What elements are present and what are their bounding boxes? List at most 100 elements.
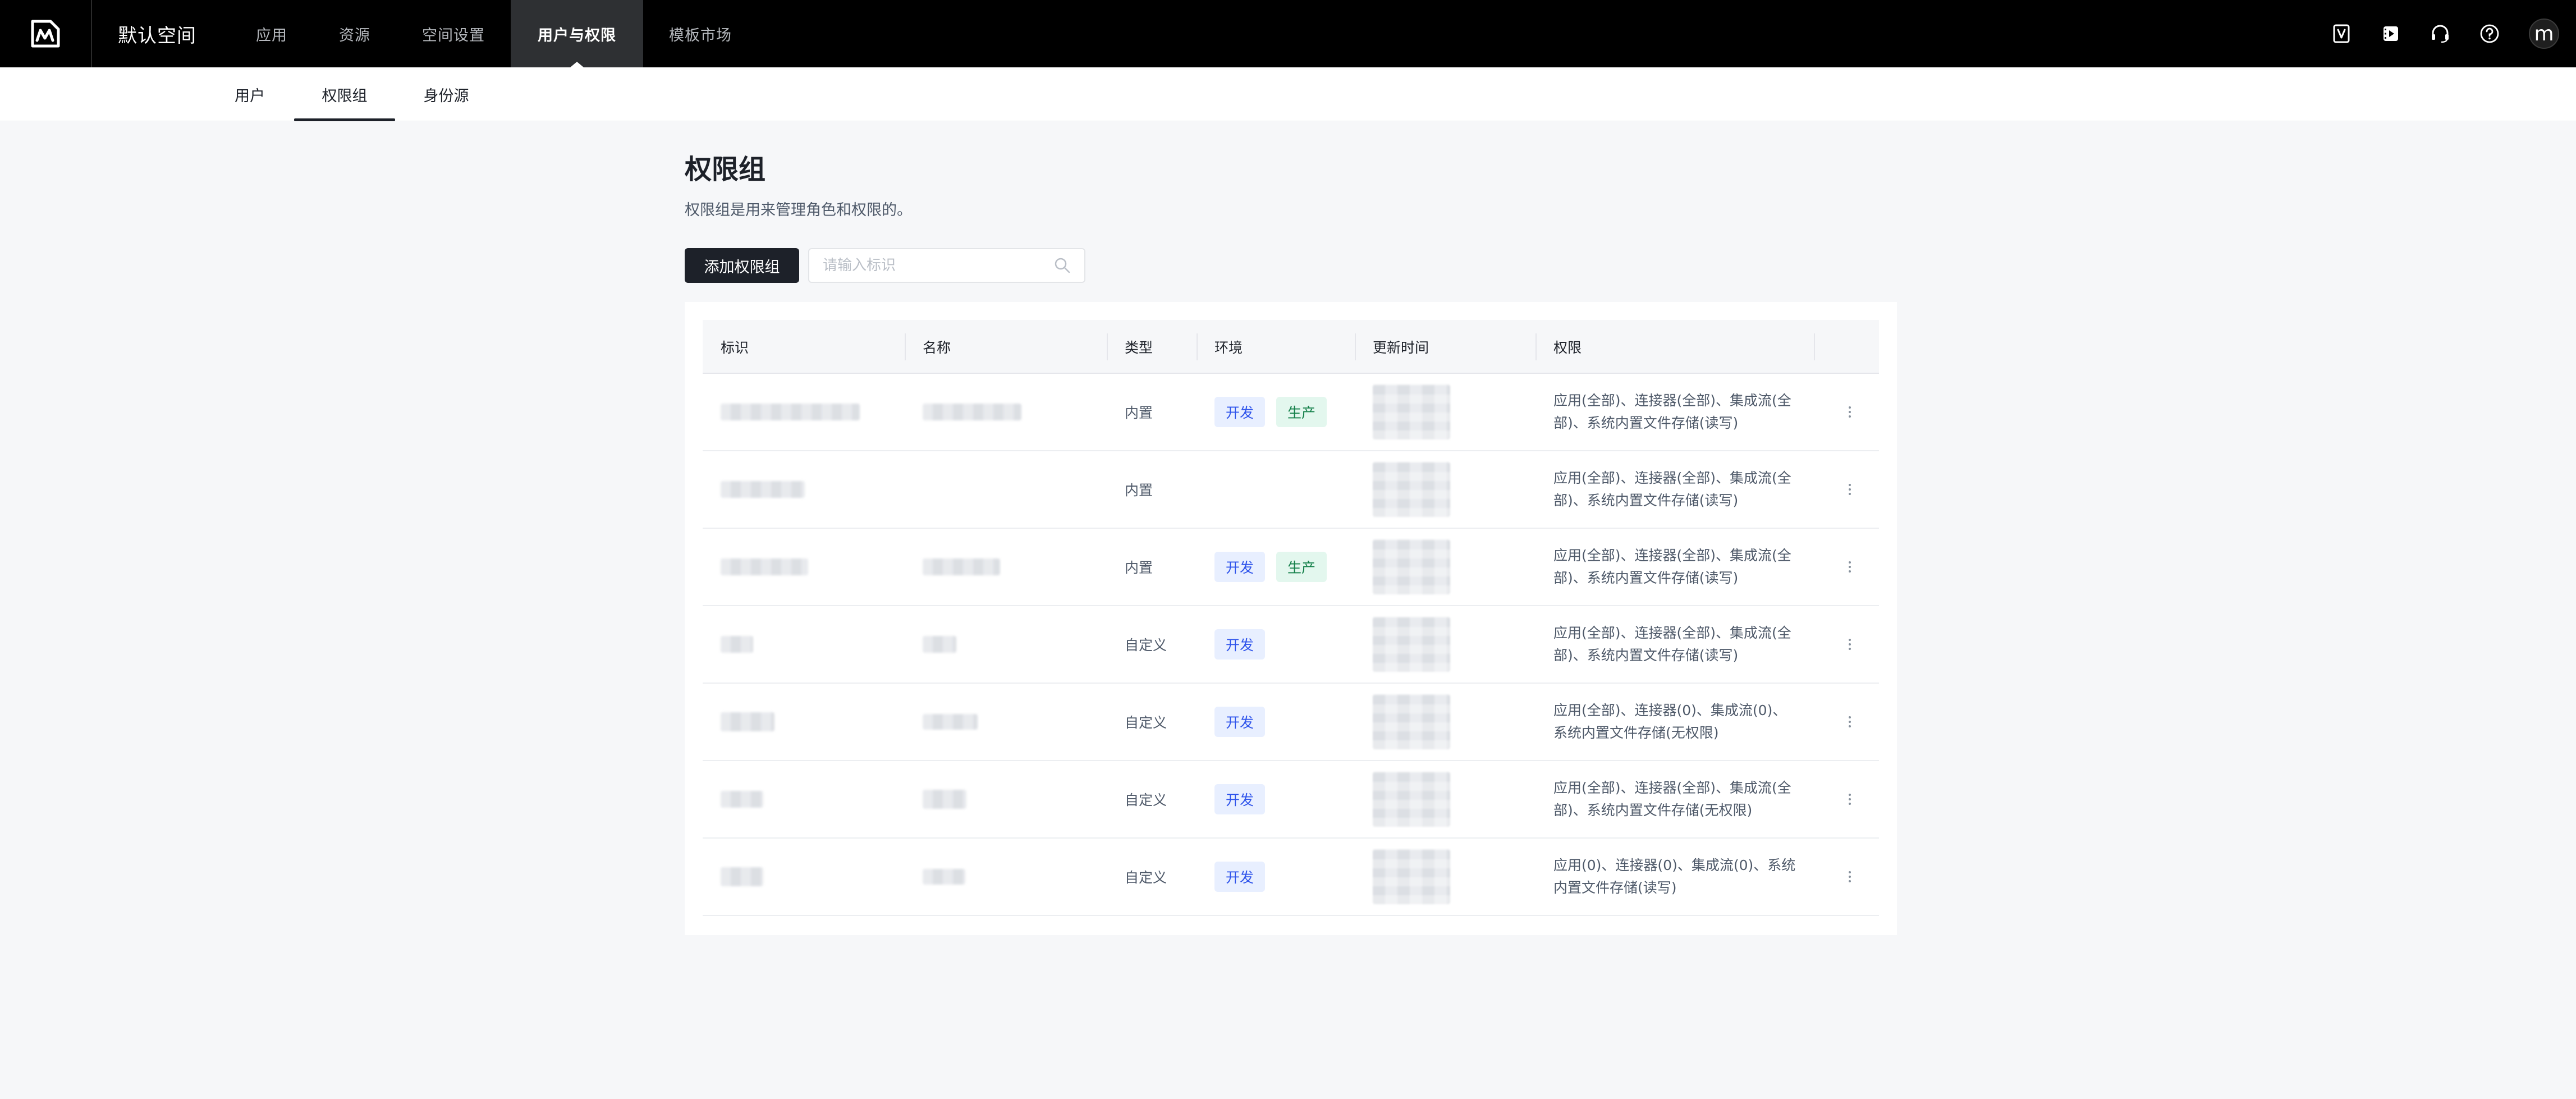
row-environment: 开发 [1197,606,1355,683]
env-tag-dev: 开发 [1214,629,1266,660]
permission-text-line: 应用(全部)、连接器(全部)、集成流(全 [1553,780,1791,796]
row-permissions: 应用(全部)、连接器(全部)、集成流(全 部)、系统内置文件存储(读写) [1535,374,1814,450]
row-identifier [703,451,905,528]
permission-text-line: 部)、系统内置文件存储(读写) [1553,647,1739,663]
permission-text-line: 应用(全部)、连接器(0)、集成流(0)、 [1553,702,1787,718]
search-icon[interactable] [1054,257,1071,274]
permission-text-line: 应用(全部)、连接器(全部)、集成流(全 [1553,392,1791,409]
env-tag-dev: 开发 [1214,397,1266,427]
permission-text-line: 系统内置文件存储(无权限) [1553,725,1719,741]
row-updated-time [1355,374,1535,450]
row-name [905,839,1107,915]
redacted-time [1373,772,1450,827]
row-type: 内置 [1125,405,1153,421]
nav-apps[interactable]: 应用 [230,0,313,67]
video-icon[interactable] [2381,24,2401,44]
page-description: 权限组是用来管理角色和权限的。 [685,202,912,219]
row-name [905,761,1107,837]
env-tag-dev: 开发 [1214,862,1266,892]
headset-icon[interactable] [2430,24,2450,44]
column-header-permissions: 权限 [1535,320,1814,374]
table-row[interactable]: 内置 应用(全部)、连接器(全部)、集成流(全 部)、系统内置文件存储(读写) [703,451,1879,529]
table-row[interactable]: 自定义 开发 应用(全部)、连接器(0)、集成流(0)、 系统内置文件存储(无权限… [703,684,1879,761]
add-permission-group-button[interactable]: 添加权限组 [685,248,799,283]
row-environment: 开发 [1197,839,1355,915]
row-identifier [703,606,905,683]
tab-identity-sources[interactable]: 身份源 [415,67,477,121]
table-row[interactable]: 内置 开发 生产 应用(全部)、连接器(全部)、集成流(全 部)、系统内置文件存储… [703,529,1879,606]
row-environment: 开发 生产 [1197,529,1355,605]
table-row[interactable]: 内置 开发 生产 应用(全部)、连接器(全部)、集成流(全 部)、系统内置文件存储… [703,374,1879,451]
row-environment: 开发 [1197,761,1355,837]
search-field[interactable] [808,248,1085,283]
nav-space-settings[interactable]: 空间设置 [396,0,511,67]
permission-text-line: 应用(全部)、连接器(全部)、集成流(全 [1553,470,1791,486]
user-avatar[interactable]: m [2529,19,2559,49]
redacted-identifier [721,867,763,886]
more-actions-icon[interactable] [1839,761,1861,837]
row-permissions: 应用(0)、连接器(0)、集成流(0)、系统 内置文件存储(读写) [1535,839,1814,915]
permission-text-line: 应用(全部)、连接器(全部)、集成流(全 [1553,625,1791,641]
row-identifier [703,374,905,450]
help-icon[interactable] [2479,24,2500,44]
column-header-updated-time: 更新时间 [1355,320,1535,374]
row-name [905,529,1107,605]
redacted-identifier [721,481,805,498]
more-actions-icon[interactable] [1839,529,1861,605]
row-environment [1197,451,1355,528]
tab-permission-groups[interactable]: 权限组 [294,67,395,121]
redacted-name [923,714,978,730]
row-type: 内置 [1125,560,1153,576]
row-environment: 开发 [1197,684,1355,760]
table-row[interactable]: 自定义 开发 应用(0)、连接器(0)、集成流(0)、系统 内置文件存储(读写) [703,839,1879,916]
redacted-name [923,404,1021,420]
more-actions-icon[interactable] [1839,839,1861,915]
row-permissions: 应用(全部)、连接器(全部)、集成流(全 部)、系统内置文件存储(读写) [1535,529,1814,605]
redacted-time [1373,539,1450,594]
more-actions-icon[interactable] [1839,606,1861,683]
row-name [905,374,1107,450]
row-type: 自定义 [1125,637,1167,653]
workspace-name[interactable]: 默认空间 [118,20,196,48]
column-header-identifier: 标识 [721,340,749,356]
redacted-time [1373,617,1450,672]
v-badge-icon[interactable] [2331,24,2352,44]
column-header-name: 名称 [905,320,1107,374]
row-name [905,451,1107,528]
top-navigation-bar: 默认空间 应用 资源 空间设置 用户与权限 模板市场 m [0,0,2576,67]
app-logo[interactable] [0,0,92,67]
nav-template-market[interactable]: 模板市场 [643,0,758,67]
column-header-actions [1814,320,1879,374]
more-actions-icon[interactable] [1839,684,1861,760]
permission-text-line: 应用(0)、连接器(0)、集成流(0)、系统 [1553,857,1796,873]
row-permissions: 应用(全部)、连接器(全部)、集成流(全 部)、系统内置文件存储(读写) [1535,451,1814,528]
column-header-environment: 环境 [1197,320,1355,374]
more-actions-icon[interactable] [1839,374,1861,450]
page-title: 权限组 [685,154,766,185]
row-updated-time [1355,451,1535,528]
row-updated-time [1355,606,1535,683]
nav-resources[interactable]: 资源 [313,0,396,67]
more-actions-icon[interactable] [1839,451,1861,528]
row-type: 自定义 [1125,792,1167,808]
sub-tab-bar: 用户 权限组 身份源 [0,67,2576,121]
redacted-identifier [721,791,763,808]
table-row[interactable]: 自定义 开发 应用(全部)、连接器(全部)、集成流(全 部)、系统内置文件存储(无… [703,761,1879,839]
tab-users[interactable]: 用户 [224,67,275,121]
row-name [905,606,1107,683]
nav-users-permissions[interactable]: 用户与权限 [511,0,643,67]
row-permissions: 应用(全部)、连接器(全部)、集成流(全 部)、系统内置文件存储(无权限) [1535,761,1814,837]
search-input[interactable] [823,257,1054,274]
table-row[interactable]: 自定义 开发 应用(全部)、连接器(全部)、集成流(全 部)、系统内置文件存储(读… [703,606,1879,684]
env-tag-dev: 开发 [1214,707,1266,737]
permission-text-line: 部)、系统内置文件存储(读写) [1553,492,1739,509]
row-updated-time [1355,529,1535,605]
redacted-identifier [721,404,860,420]
redacted-time [1373,384,1450,439]
row-identifier [703,684,905,760]
row-identifier [703,761,905,837]
column-header-type: 类型 [1107,320,1197,374]
row-type: 自定义 [1125,869,1167,886]
row-type: 自定义 [1125,715,1167,731]
permission-text-line: 应用(全部)、连接器(全部)、集成流(全 [1553,547,1791,564]
